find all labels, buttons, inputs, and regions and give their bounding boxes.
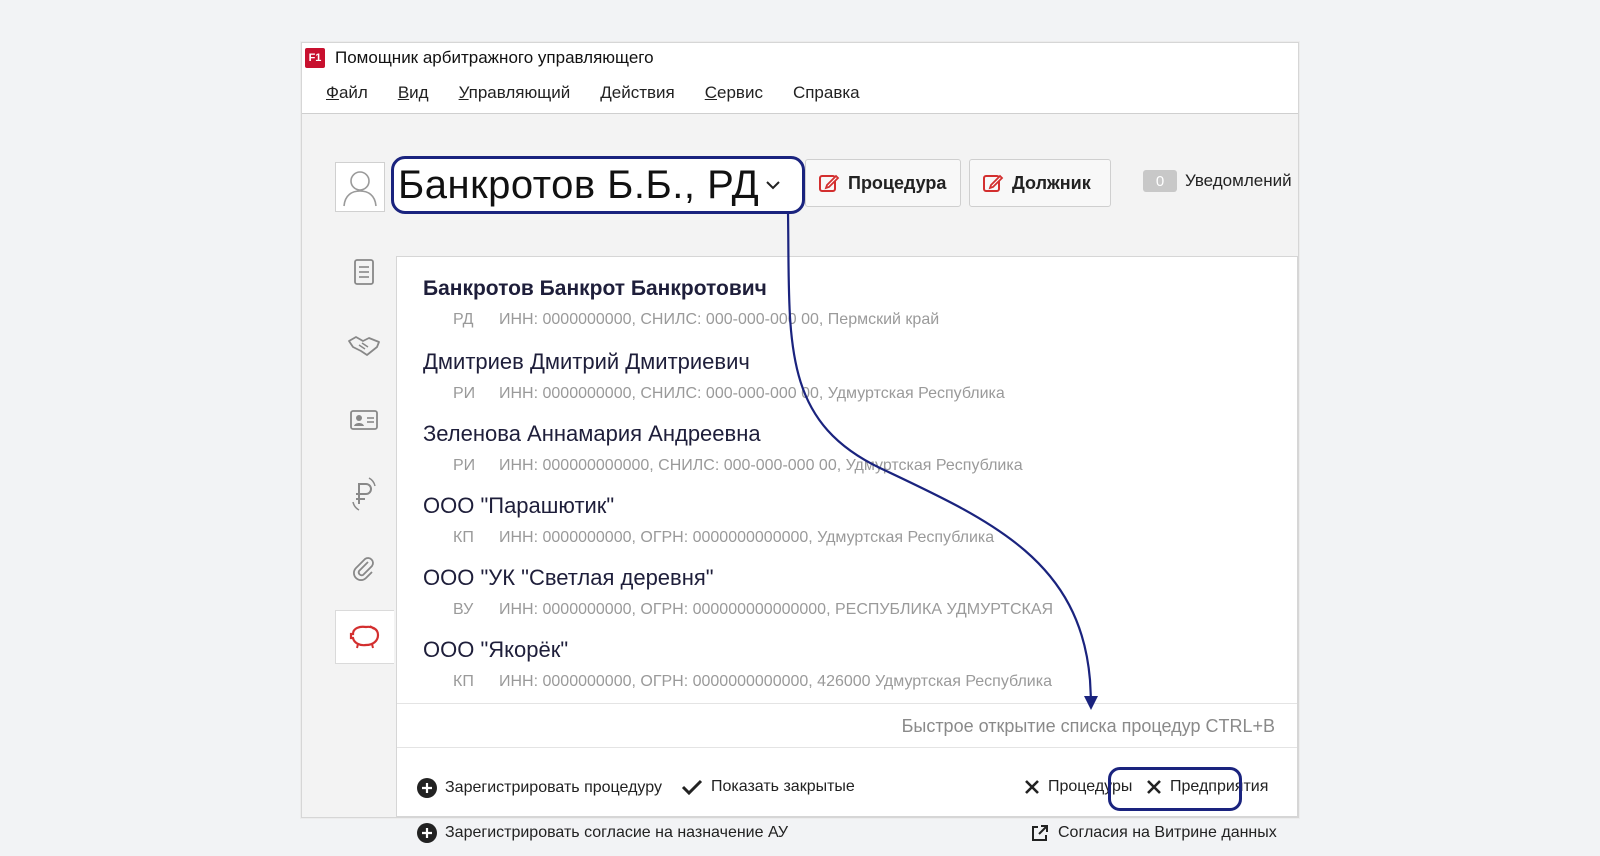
menu-service[interactable]: Сервис xyxy=(701,81,767,105)
sidebar-item-attachments[interactable] xyxy=(342,548,386,588)
plus-circle-icon xyxy=(417,778,437,798)
register-procedure-button[interactable]: Зарегистрировать процедуру xyxy=(417,778,662,798)
debtor-name: ООО "Якорёк" xyxy=(423,637,569,662)
debtor-name: ООО "УК "Светлая деревня" xyxy=(423,565,714,590)
external-link-icon xyxy=(1032,825,1048,841)
sidebar-item-deals[interactable] xyxy=(342,326,386,366)
list-item[interactable]: ООО "Парашютик" КП ИНН: 0000000000, ОГРН:… xyxy=(423,493,994,547)
list-item[interactable]: Дмитриев Дмитрий Дмитриевич РИ ИНН: 00000… xyxy=(423,349,1005,403)
app-title: Помощник арбитражного управляющего xyxy=(335,48,654,67)
debtor-meta: РИ ИНН: 0000000000, СНИЛС: 000-000-000 00… xyxy=(453,385,1005,402)
piggy-bank-icon xyxy=(349,625,380,649)
debtor-meta: РД ИНН: 0000000000, СНИЛС: 000-000-000 00… xyxy=(453,311,940,328)
register-consent-button[interactable]: Зарегистрировать согласие на назначение … xyxy=(417,823,788,843)
title-bar: F1 Помощник арбитражного управляющего xyxy=(302,43,1298,73)
debtor-meta: КП ИНН: 0000000000, ОГРН: 0000000000000, … xyxy=(453,529,995,546)
list-item[interactable]: ООО "Якорёк" КП ИНН: 0000000000, ОГРН: 00… xyxy=(423,637,1052,691)
notifications[interactable]: 0 Уведомлений xyxy=(1143,170,1292,192)
list-item[interactable]: Зеленова Аннамария Андреевна РИ ИНН: 0000… xyxy=(423,421,1023,475)
debtor-meta: КП ИНН: 0000000000, ОГРН: 0000000000000, … xyxy=(453,673,1052,690)
debtor-dropdown: Банкротов Банкрот Банкротович РД ИНН: 000… xyxy=(396,256,1298,843)
edit-icon xyxy=(983,174,1004,192)
app-logo: F1 xyxy=(305,48,325,68)
excel-icon xyxy=(1025,780,1039,794)
menu-view[interactable]: Вид xyxy=(394,81,433,105)
document-icon xyxy=(354,259,374,285)
sidebar-item-documents[interactable] xyxy=(342,252,386,292)
plus-circle-icon xyxy=(417,823,437,843)
debtor-meta: РИ ИНН: 000000000000, СНИЛС: 000-000-000 … xyxy=(453,457,1023,474)
sidebar-item-bankruptcy[interactable] xyxy=(335,610,394,664)
app-window: F1 Помощник арбитражного управляющего Фа… xyxy=(301,42,1299,843)
checkmark-icon xyxy=(681,779,703,796)
debtor-selector[interactable]: Банкротов Б.Б., РД xyxy=(391,156,805,214)
menu-file[interactable]: Файл xyxy=(322,81,372,105)
sidebar-item-card[interactable] xyxy=(342,400,386,440)
menu-bar: Файл Вид Управляющий Действия Сервис Спр… xyxy=(302,73,1298,114)
main-area: Банкротов Б.Б., РД Процедура Должник 0 У… xyxy=(302,114,1298,843)
menu-help[interactable]: Справка xyxy=(789,81,864,105)
sidebar-item-payments[interactable] xyxy=(342,474,386,514)
debtor-selected-text: Банкротов Б.Б., РД xyxy=(398,162,760,207)
list-item[interactable]: Банкротов Банкрот Банкротович РД ИНН: 000… xyxy=(423,277,939,329)
show-closed-toggle[interactable]: Показать закрытые xyxy=(681,778,855,796)
list-item[interactable]: ООО "УК "Светлая деревня" ВУ ИНН: 0000000… xyxy=(423,565,1053,619)
procedures-highlight xyxy=(1108,767,1242,811)
notifications-label: Уведомлений xyxy=(1185,171,1292,190)
debtor-meta: ВУ ИНН: 0000000000, ОГРН: 000000000000000… xyxy=(453,601,1054,618)
avatar[interactable] xyxy=(335,162,385,212)
procedure-button-label: Процедура xyxy=(848,172,947,193)
procedure-button[interactable]: Процедура xyxy=(805,159,961,207)
edit-icon xyxy=(819,174,840,192)
debtor-name: ООО "Парашютик" xyxy=(423,493,615,518)
debtor-name: Зеленова Аннамария Андреевна xyxy=(423,421,761,446)
chevron-down-icon xyxy=(766,181,780,190)
handshake-icon xyxy=(348,336,380,356)
paperclip-icon xyxy=(353,557,374,581)
ruble-exchange-icon xyxy=(352,477,376,511)
debtor-list: Банкротов Банкрот Банкротович РД ИНН: 000… xyxy=(397,257,1297,703)
data-showcase-link[interactable]: Согласия на Витрине данных xyxy=(1030,823,1277,843)
debtor-button[interactable]: Должник xyxy=(969,159,1111,207)
user-icon xyxy=(343,171,377,207)
menu-manager[interactable]: Управляющий xyxy=(455,81,575,105)
shortcut-hint: Быстрое открытие списка процедур CTRL+B xyxy=(397,703,1297,748)
id-card-icon xyxy=(350,410,378,430)
menu-actions[interactable]: Действия xyxy=(596,81,678,105)
debtor-name: Банкротов Банкрот Банкротович xyxy=(423,277,767,300)
debtor-button-label: Должник xyxy=(1012,172,1091,193)
debtor-name: Дмитриев Дмитрий Дмитриевич xyxy=(423,349,750,374)
notifications-count-badge: 0 xyxy=(1143,170,1177,192)
